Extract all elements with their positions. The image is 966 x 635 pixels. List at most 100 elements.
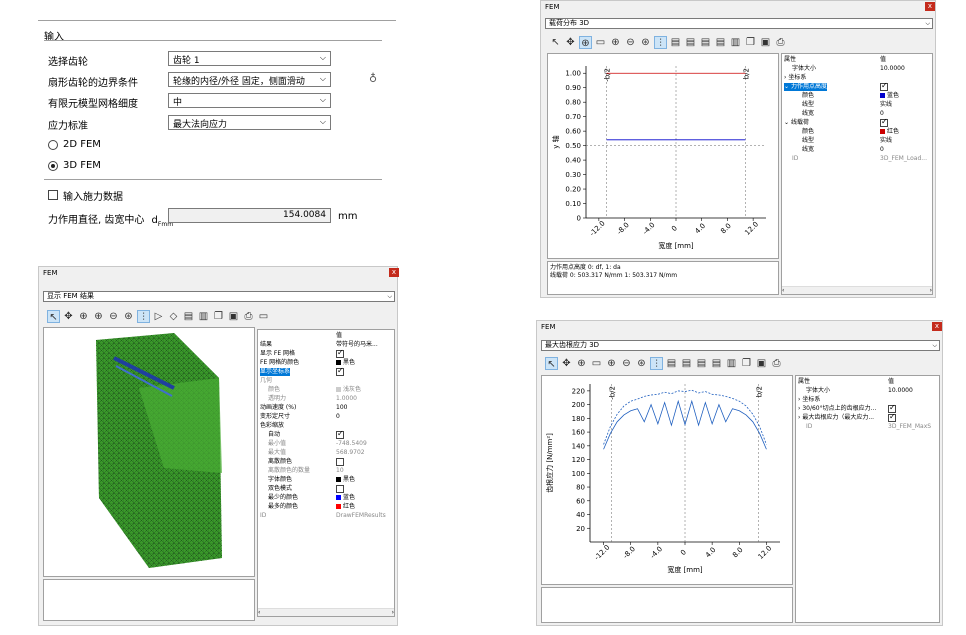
export-all-icon[interactable]: ▥ [725, 357, 738, 370]
close-icon[interactable]: x [389, 268, 399, 277]
property-row[interactable]: 最多的颜色 红色 [258, 503, 394, 511]
export-icon[interactable]: ▤ [680, 357, 693, 370]
settings-icon[interactable]: ⫶ [650, 356, 663, 370]
load-chart[interactable]: 0 0.10 0.20 0.30 0.40 0.50 0.60 0.70 0.80 0.90 1.0… [547, 53, 779, 259]
zoom-in-icon[interactable]: ⊕ [609, 36, 622, 49]
property-row[interactable]: 离散颜色的数量 10 [258, 467, 394, 475]
property-row[interactable]: ⌄ 力作用点高度 [782, 81, 932, 91]
play-icon[interactable]: ▷ [152, 310, 165, 323]
property-checkbox[interactable] [336, 429, 344, 439]
property-checkbox[interactable] [880, 117, 888, 127]
stress-chart[interactable]: 20 40 60 80 100 120 140 160 180 200 220 -12.0 -8.0 -4… [541, 375, 793, 585]
expander-icon[interactable]: ⌄ [784, 119, 791, 126]
zoom-fit-icon[interactable]: ⊛ [122, 310, 135, 323]
fem3d-radio[interactable] [48, 161, 58, 171]
view-combo[interactable]: 载荷分布 3D ⌵ [545, 18, 933, 29]
property-row[interactable]: 双色模式 [258, 485, 394, 493]
export-icon[interactable]: ▤ [669, 36, 682, 49]
property-row[interactable]: 线宽 0 [782, 110, 932, 118]
stress-combo[interactable]: 最大法向应力 ⌵ [168, 115, 331, 130]
property-row[interactable]: 几何 [258, 377, 394, 385]
video-icon[interactable]: ▭ [257, 310, 270, 323]
export-icon[interactable]: ▤ [714, 36, 727, 49]
zoom-out-icon[interactable]: ⊖ [107, 310, 120, 323]
zoom-box-icon[interactable]: ⊕ [579, 35, 592, 49]
property-row[interactable]: 透明力 1.0000 [258, 395, 394, 403]
property-row[interactable]: 字体颜色 黑色 [258, 476, 394, 484]
property-row[interactable]: 动画速度 (%) 100 [258, 404, 394, 412]
property-row[interactable]: 离散颜色 [258, 458, 394, 466]
stress-properties[interactable]: 属性值 字体大小10.0000› 坐标系› 30/60°切点上的齿根应力...›… [795, 375, 940, 623]
export-all-icon[interactable]: ▥ [729, 36, 742, 49]
property-checkbox[interactable] [336, 485, 344, 493]
zoom-fit-icon[interactable]: ⊛ [639, 36, 652, 49]
select-gear-combo[interactable]: 齿轮 1 ⌵ [168, 51, 331, 66]
fem2d-radio[interactable] [48, 140, 58, 150]
property-row[interactable]: 颜色 蓝色 [782, 92, 932, 100]
property-checkbox[interactable] [336, 366, 344, 376]
print-icon[interactable]: ⎙ [774, 36, 787, 49]
pan-icon[interactable]: ✥ [564, 36, 577, 49]
close-icon[interactable]: x [925, 2, 935, 11]
zoom-box-icon[interactable]: ⊕ [575, 357, 588, 370]
copy-icon[interactable]: ❐ [740, 357, 753, 370]
fem-properties[interactable]: 值 结果带符号的马米...显示 FE 网格FE 网格的颜色黑色显示坐标系几何颜色… [257, 329, 395, 617]
save-icon[interactable]: ▣ [755, 357, 768, 370]
property-row[interactable]: 颜色 红色 [782, 128, 932, 136]
ruler-icon[interactable]: ▭ [594, 36, 607, 49]
copy-icon[interactable]: ❐ [212, 310, 225, 323]
zoom-out-icon[interactable]: ⊖ [624, 36, 637, 49]
property-checkbox[interactable] [880, 81, 888, 91]
load-properties[interactable]: 属性值 字体大小10.0000› 坐标系⌄ 力作用点高度颜色蓝色线型实线线宽0⌄… [781, 53, 933, 295]
property-row[interactable]: › 最大齿根应力（最大应力... [796, 412, 939, 422]
export-icon[interactable]: ▤ [699, 36, 712, 49]
property-row[interactable]: ⌄ 线载荷 [782, 117, 932, 127]
property-checkbox[interactable] [336, 458, 344, 466]
pointer-icon[interactable]: ↖ [549, 36, 562, 49]
view-combo[interactable]: 显示 FEM 结果 ⌵ [43, 291, 395, 302]
view-cube-icon[interactable]: ◇ [167, 310, 180, 323]
zoom-in-icon[interactable]: ⊕ [605, 357, 618, 370]
property-row[interactable]: 显示坐标系 [258, 366, 394, 376]
print-icon[interactable]: ⎙ [242, 310, 255, 323]
view-combo[interactable]: 最大齿根应力 3D ⌵ [541, 340, 940, 351]
property-row[interactable]: › 30/60°切点上的齿根应力... [796, 403, 939, 413]
lightbulb-icon[interactable]: ♁ [369, 72, 377, 85]
horizontal-scrollbar[interactable]: ‹ › [782, 286, 932, 294]
property-checkbox[interactable] [888, 412, 896, 422]
fem-viewport[interactable] [43, 327, 255, 577]
property-checkbox[interactable] [336, 348, 344, 358]
property-row[interactable]: ID 3D_FEM_MaxS [796, 423, 939, 431]
pan-icon[interactable]: ✥ [62, 310, 75, 323]
print-icon[interactable]: ⎙ [770, 357, 783, 370]
ruler-icon[interactable]: ▭ [590, 357, 603, 370]
diameter-field[interactable]: 154.0084 [168, 208, 331, 223]
copy-icon[interactable]: ❐ [744, 36, 757, 49]
property-row[interactable]: › 坐标系 [796, 396, 939, 404]
property-row[interactable]: FE 网格的颜色 黑色 [258, 359, 394, 367]
property-row[interactable]: 线宽 0 [782, 146, 932, 154]
property-row[interactable]: 线型 实线 [782, 137, 932, 145]
export-icon[interactable]: ▤ [684, 36, 697, 49]
save-icon[interactable]: ▣ [227, 310, 240, 323]
export-icon[interactable]: ▤ [665, 357, 678, 370]
property-row[interactable]: 最小值 -748.5409 [258, 440, 394, 448]
zoom-in-icon[interactable]: ⊕ [92, 310, 105, 323]
property-row[interactable]: 变形定尺寸 0 [258, 413, 394, 421]
property-row[interactable]: › 坐标系 [782, 74, 932, 82]
mesh-combo[interactable]: 中 ⌵ [168, 93, 331, 108]
settings-icon[interactable]: ⫶ [654, 35, 667, 49]
save-icon[interactable]: ▣ [759, 36, 772, 49]
export-all-icon[interactable]: ▥ [197, 310, 210, 323]
horizontal-scrollbar[interactable]: ‹ › [258, 608, 394, 616]
expander-icon[interactable]: ⌄ [784, 83, 791, 90]
pointer-icon[interactable]: ↖ [47, 309, 60, 323]
pan-icon[interactable]: ✥ [560, 357, 573, 370]
property-row[interactable]: 字体大小 10.0000 [796, 387, 939, 395]
property-row[interactable]: 显示 FE 网格 [258, 348, 394, 358]
property-row[interactable]: 自动 [258, 429, 394, 439]
export-icon[interactable]: ▤ [695, 357, 708, 370]
property-row[interactable]: 线型 实线 [782, 101, 932, 109]
property-row[interactable]: 色彩缩放 [258, 422, 394, 430]
export-icon[interactable]: ▤ [710, 357, 723, 370]
